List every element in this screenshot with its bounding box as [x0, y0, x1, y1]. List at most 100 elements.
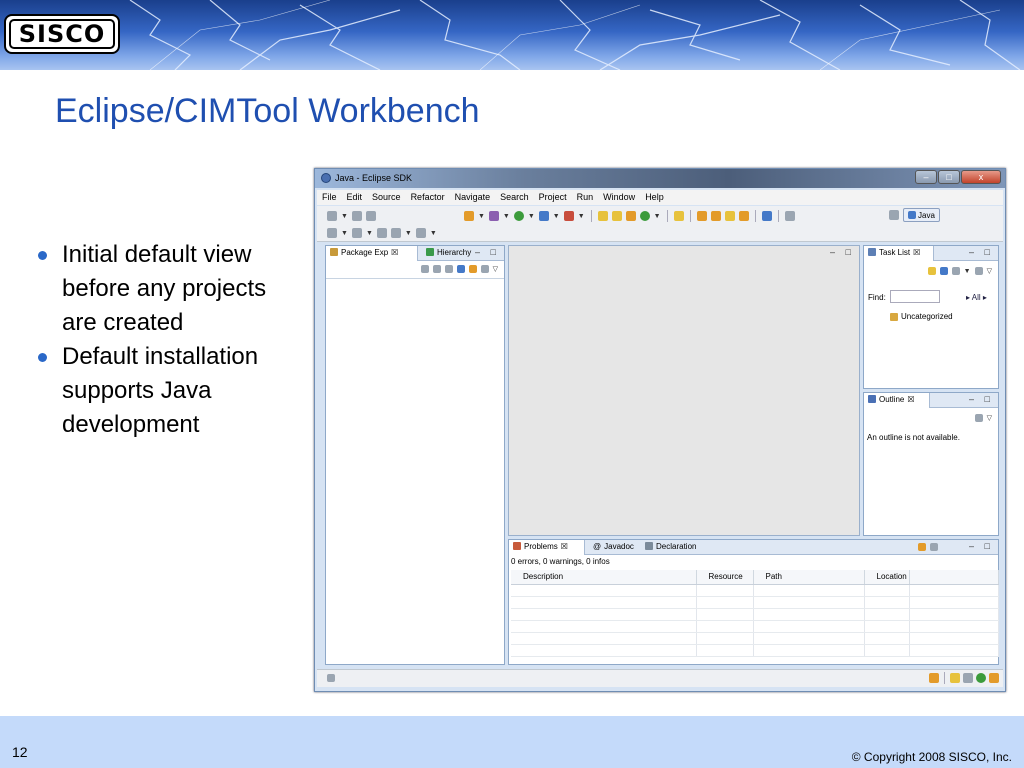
chevron-down-icon[interactable]: ▼: [405, 230, 412, 237]
chevron-down-icon[interactable]: ▼: [478, 213, 485, 220]
chevron-down-icon[interactable]: ▽: [987, 267, 992, 275]
link-editor-icon[interactable]: [468, 265, 477, 273]
view-menu-icon[interactable]: [480, 265, 489, 273]
lightbulb-icon[interactable]: [950, 673, 960, 683]
find-input[interactable]: [890, 290, 940, 303]
chevron-down-icon[interactable]: ▼: [430, 230, 437, 237]
chevron-down-icon[interactable]: ▽: [987, 414, 992, 422]
panel-controls[interactable]: – □: [969, 541, 994, 551]
forward-icon[interactable]: [432, 265, 441, 273]
menu-edit[interactable]: Edit: [342, 190, 368, 205]
view-menu-icon[interactable]: [974, 414, 983, 422]
tab-task-list[interactable]: Task List ☒: [864, 246, 934, 261]
globe-icon[interactable]: [761, 211, 772, 221]
table-row[interactable]: [511, 632, 999, 645]
coverage-icon[interactable]: [563, 211, 574, 221]
next-annotation-icon[interactable]: [327, 228, 337, 238]
external-tools-icon[interactable]: [538, 211, 549, 221]
view-menu-icon[interactable]: [974, 267, 983, 275]
image-icon[interactable]: [963, 673, 973, 683]
chevron-down-icon[interactable]: ▼: [654, 213, 661, 220]
minimize-button[interactable]: –: [915, 170, 937, 184]
tab-package-explorer[interactable]: Package Exp ☒: [326, 246, 418, 261]
save-icon[interactable]: [351, 211, 362, 221]
last-edit-icon[interactable]: [376, 228, 387, 238]
chevron-down-icon[interactable]: ▼: [964, 268, 971, 275]
bug-icon[interactable]: [488, 211, 499, 221]
maximize-button[interactable]: □: [938, 170, 960, 184]
new-task-icon[interactable]: [927, 267, 936, 275]
diamond-icon[interactable]: [989, 673, 999, 683]
up-icon[interactable]: [444, 265, 453, 273]
all-filter[interactable]: ▸ All ▸: [966, 293, 987, 302]
back-icon[interactable]: [390, 228, 401, 238]
java-perspective-button[interactable]: Java: [903, 208, 940, 222]
chevron-down-icon[interactable]: ▼: [341, 230, 348, 237]
close-icon[interactable]: ☒: [561, 542, 568, 555]
table-row[interactable]: [511, 608, 999, 621]
menu-window[interactable]: Window: [598, 190, 640, 205]
menu-file[interactable]: File: [317, 190, 342, 205]
tab-problems[interactable]: Problems ☒: [509, 540, 585, 555]
run-icon[interactable]: [513, 211, 524, 221]
table-row[interactable]: [511, 596, 999, 609]
back-icon[interactable]: [420, 265, 429, 273]
open-type-icon[interactable]: [673, 211, 684, 221]
synchronize-icon[interactable]: [939, 267, 948, 275]
menu-source[interactable]: Source: [367, 190, 406, 205]
prev-annotation-icon[interactable]: [351, 228, 362, 238]
tab-javadoc[interactable]: @ Javadoc: [589, 540, 638, 555]
table-row[interactable]: [511, 620, 999, 633]
tab-outline[interactable]: Outline ☒: [864, 393, 930, 408]
close-icon[interactable]: ☒: [913, 248, 920, 261]
open-perspective-icon[interactable]: [889, 210, 899, 220]
chevron-down-icon[interactable]: ▼: [528, 213, 535, 220]
table-row[interactable]: [511, 584, 999, 597]
chevron-down-icon[interactable]: ▼: [578, 213, 585, 220]
column-location[interactable]: Location: [864, 570, 910, 585]
menu-run[interactable]: Run: [572, 190, 599, 205]
tab-declaration[interactable]: Declaration: [641, 540, 700, 555]
chevron-down-icon[interactable]: ▼: [503, 213, 510, 220]
chevron-down-icon[interactable]: ▼: [366, 230, 373, 237]
chevron-down-icon[interactable]: ▽: [493, 265, 498, 273]
print-icon[interactable]: [365, 211, 376, 221]
menu-project[interactable]: Project: [534, 190, 572, 205]
panel-controls[interactable]: – □: [969, 394, 994, 404]
editor-controls[interactable]: – □: [830, 247, 855, 257]
close-button[interactable]: x: [961, 170, 1001, 184]
menu-search[interactable]: Search: [495, 190, 534, 205]
menu-help[interactable]: Help: [640, 190, 669, 205]
panel-controls[interactable]: – □: [969, 247, 994, 257]
open-folder-icon[interactable]: [696, 211, 707, 221]
close-icon[interactable]: ☒: [907, 395, 914, 408]
close-icon[interactable]: ☒: [391, 248, 398, 261]
fast-view-icon[interactable]: [327, 674, 335, 682]
open-task-icon[interactable]: [724, 211, 735, 221]
new-java-icon[interactable]: [639, 211, 650, 221]
forward-icon[interactable]: [415, 228, 426, 238]
column-description[interactable]: Description: [511, 570, 697, 585]
filter-icon[interactable]: [918, 543, 926, 551]
chevron-down-icon[interactable]: ▼: [341, 213, 348, 220]
new-icon[interactable]: [327, 211, 337, 221]
collapse-all-icon[interactable]: [456, 265, 465, 273]
view-menu-icon[interactable]: [930, 543, 938, 551]
table-row[interactable]: [511, 644, 999, 657]
menu-refactor[interactable]: Refactor: [406, 190, 450, 205]
open-resource-icon[interactable]: [710, 211, 721, 221]
menu-navigate[interactable]: Navigate: [450, 190, 496, 205]
debug-icon[interactable]: [463, 211, 474, 221]
panel-controls[interactable]: – □: [475, 247, 500, 257]
category-uncategorized[interactable]: Uncategorized: [890, 312, 953, 321]
column-path[interactable]: Path: [753, 570, 865, 585]
tab-hierarchy[interactable]: Hierarchy: [422, 246, 475, 261]
document-icon[interactable]: [784, 211, 795, 221]
plugin-icon[interactable]: [976, 673, 986, 683]
column-resource[interactable]: Resource: [696, 570, 754, 585]
new-package-icon[interactable]: [597, 211, 608, 221]
categorize-icon[interactable]: [951, 267, 960, 275]
new-interface-icon[interactable]: [625, 211, 636, 221]
chevron-down-icon[interactable]: ▼: [553, 213, 560, 220]
pencil-icon[interactable]: [738, 211, 749, 221]
